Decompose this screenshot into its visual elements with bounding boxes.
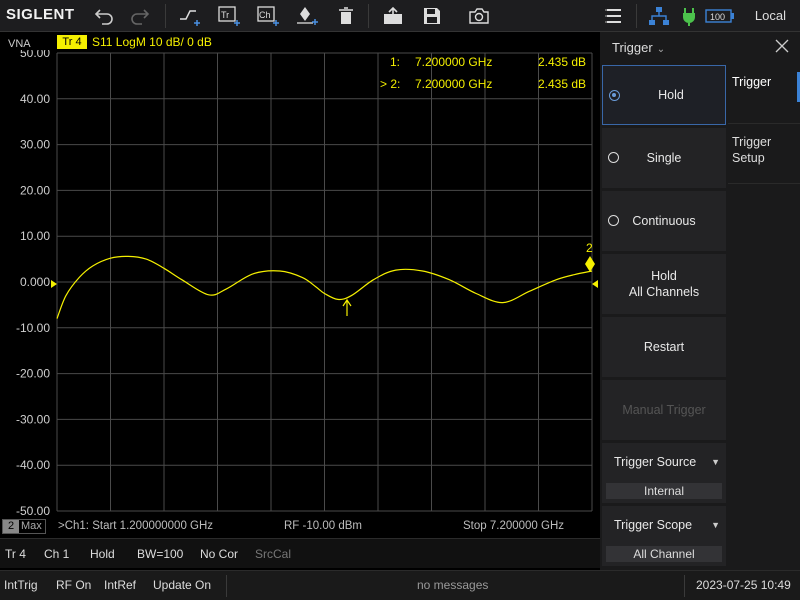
- single-button[interactable]: Single: [602, 128, 726, 188]
- manual-trigger-button[interactable]: Manual Trigger: [602, 380, 726, 440]
- restart-button[interactable]: Restart: [602, 317, 726, 377]
- svg-text:Tr: Tr: [221, 10, 229, 20]
- marker-2-freq: 7.200000 GHz: [415, 77, 492, 91]
- save-icon[interactable]: [419, 4, 445, 28]
- trace-add-icon[interactable]: Tr: [216, 4, 242, 28]
- svg-text:Ch: Ch: [259, 10, 271, 20]
- power-icon: [676, 4, 702, 28]
- trigger-source-dropdown[interactable]: Trigger Source ▼ Internal: [602, 443, 726, 503]
- siglent-logo: SIGLENT: [6, 6, 75, 23]
- remote-status: Local: [754, 8, 786, 23]
- status-hold[interactable]: Hold: [90, 547, 115, 561]
- marker-2-label: > 2:: [380, 77, 400, 91]
- y-tick-label: 40.00: [20, 92, 50, 106]
- y-tick-label: 20.00: [20, 183, 50, 197]
- start-frequency[interactable]: >Ch1: Start 1.200000000 GHz: [58, 520, 213, 532]
- status-srccal[interactable]: SrcCal: [255, 547, 291, 561]
- trigger-scope-value: All Channel: [606, 546, 722, 562]
- trace-tag[interactable]: Tr 4: [57, 35, 87, 49]
- marker-1-label: 1:: [390, 55, 400, 69]
- y-axis-labels: 50.00 40.00 30.00 20.00 10.00 0.000 -10.00 -20.…: [16, 50, 50, 518]
- rf-power[interactable]: RF -10.00 dBm: [284, 520, 362, 532]
- chevron-down-icon: ⌄: [656, 44, 666, 55]
- status-inttrig[interactable]: IntTrig: [4, 578, 38, 592]
- camera-icon[interactable]: [466, 4, 492, 28]
- trace-max-tag[interactable]: 2 Max: [2, 519, 46, 534]
- hold-all-channels-button[interactable]: Hold All Channels: [602, 254, 726, 314]
- tab-trigger[interactable]: Trigger: [728, 64, 800, 124]
- hold-button[interactable]: Hold: [602, 65, 726, 125]
- ref-level-left-marker: [51, 280, 57, 288]
- y-tick-label: 50.00: [20, 50, 50, 60]
- stop-frequency[interactable]: Stop 7.200000 GHz: [463, 520, 564, 532]
- redo-icon[interactable]: [128, 4, 154, 28]
- radio-continuous: [608, 215, 619, 226]
- marker-1-value: 2.435 dB: [538, 55, 586, 69]
- y-tick-label: 10.00: [20, 229, 50, 243]
- system-status-bar: IntTrig RF On IntRef Update On no messag…: [0, 570, 800, 600]
- y-tick-label: 0.000: [20, 275, 50, 289]
- search-arrow-icon: [342, 298, 352, 316]
- status-update[interactable]: Update On: [153, 578, 211, 592]
- marker-2-value: 2.435 dB: [538, 77, 586, 91]
- radio-single: [608, 152, 619, 163]
- network-icon: [646, 4, 672, 28]
- y-tick-label: -40.00: [16, 458, 50, 472]
- panel-tabs: Trigger Trigger Setup: [728, 64, 800, 184]
- status-trace[interactable]: Tr 4: [5, 547, 26, 561]
- channel-status-bar: Tr 4 Ch 1 Hold BW=100 No Cor SrcCal: [0, 538, 600, 568]
- status-correction[interactable]: No Cor: [200, 547, 238, 561]
- y-tick-label: -50.00: [16, 504, 50, 518]
- menu-icon[interactable]: [600, 4, 626, 28]
- marker-1-freq: 7.200000 GHz: [415, 55, 492, 69]
- plot-grid: [56, 52, 593, 512]
- trigger-panel: Trigger ⌄ Hold Single Continuous Hold All…: [600, 32, 800, 570]
- y-tick-label: 30.00: [20, 138, 50, 152]
- continuous-button[interactable]: Continuous: [602, 191, 726, 251]
- dropdown-arrow-icon: ▼: [711, 520, 720, 530]
- marker-add-icon[interactable]: [294, 4, 320, 28]
- battery-icon: 100: [704, 4, 736, 28]
- dropdown-arrow-icon: ▼: [711, 457, 720, 467]
- y-tick-label: -30.00: [16, 412, 50, 426]
- open-icon[interactable]: [380, 4, 406, 28]
- marker-2-diamond: [585, 256, 595, 272]
- marker-2-number: 2: [586, 241, 593, 255]
- message-area: no messages: [417, 578, 489, 592]
- status-intref[interactable]: IntRef: [104, 578, 136, 592]
- measure-icon[interactable]: [177, 4, 203, 28]
- status-bandwidth[interactable]: BW=100: [137, 547, 183, 561]
- marker-readout: 1: 7.200000 GHz 2.435 dB > 2: 7.200000 G…: [380, 55, 586, 91]
- ref-level-right-marker: [592, 280, 598, 288]
- trace-info[interactable]: S11 LogM 10 dB/ 0 dB: [92, 35, 212, 49]
- svg-text:100: 100: [710, 12, 725, 22]
- date-time: 2023-07-25 10:49: [696, 578, 791, 592]
- trigger-scope-dropdown[interactable]: Trigger Scope ▼ All Channel: [602, 506, 726, 566]
- trace-plot[interactable]: 50.00 40.00 30.00 20.00 10.00 0.000 -10.00 -20.…: [0, 50, 600, 520]
- delete-icon[interactable]: [333, 4, 359, 28]
- trigger-source-value: Internal: [606, 483, 722, 499]
- toolbar: SIGLENT Tr Ch 100 Local: [0, 0, 800, 32]
- status-channel[interactable]: Ch 1: [44, 547, 69, 561]
- y-tick-label: -20.00: [16, 367, 50, 381]
- channel-add-icon[interactable]: Ch: [255, 4, 281, 28]
- panel-title[interactable]: Trigger ⌄: [612, 40, 665, 55]
- y-tick-label: -10.00: [16, 321, 50, 335]
- status-rf[interactable]: RF On: [56, 578, 91, 592]
- tab-trigger-setup[interactable]: Trigger Setup: [728, 124, 800, 184]
- close-icon[interactable]: [774, 38, 790, 54]
- undo-icon[interactable]: [90, 4, 116, 28]
- radio-hold: [609, 90, 620, 101]
- vna-label: VNA: [8, 38, 31, 50]
